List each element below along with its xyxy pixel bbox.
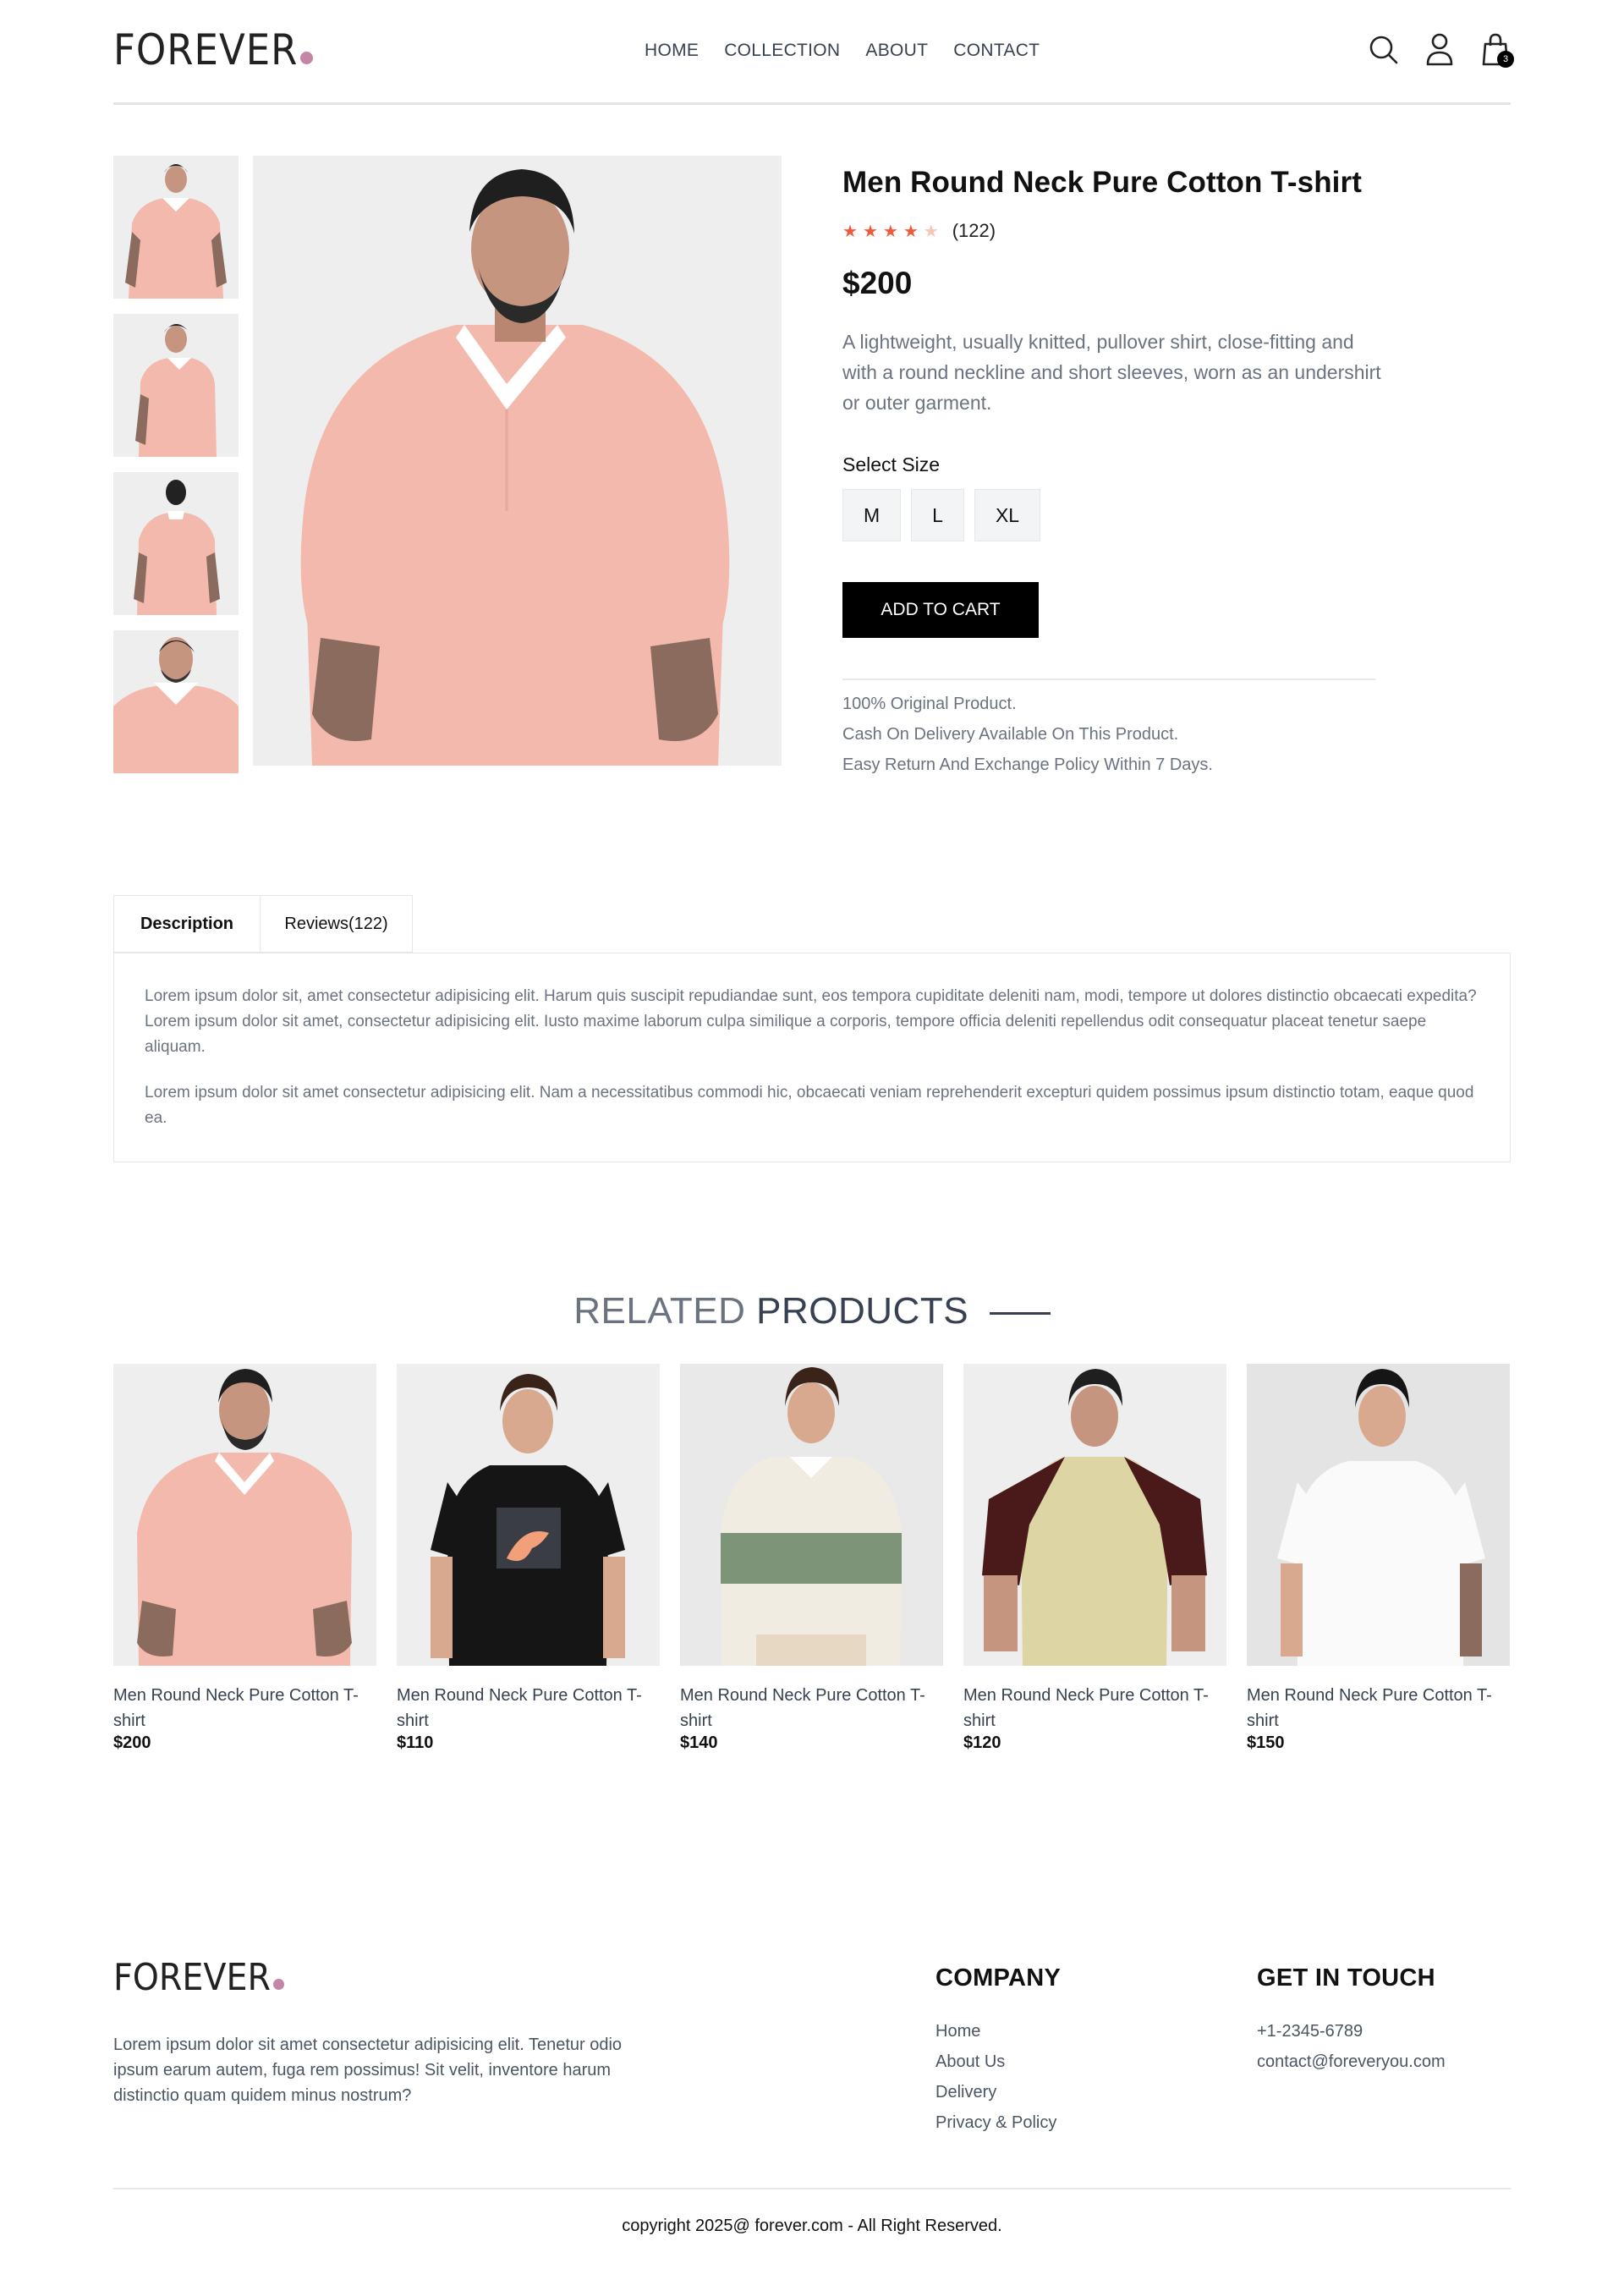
cart-count-badge: 3: [1497, 51, 1514, 68]
thumbnail-4[interactable]: [113, 630, 239, 773]
star-icon: ★: [882, 222, 898, 241]
footer-link-about[interactable]: About Us: [935, 2046, 1061, 2077]
size-xl-button[interactable]: XL: [974, 489, 1041, 541]
thumbnail-image: [113, 630, 239, 773]
product-card-image[interactable]: [113, 1364, 376, 1666]
tab-description[interactable]: Description: [113, 895, 261, 953]
product-card-image[interactable]: [680, 1364, 943, 1666]
product-card-name[interactable]: Men Round Neck Pure Cotton T-shirt: [113, 1683, 376, 1733]
product-card-name[interactable]: Men Round Neck Pure Cotton T-shirt: [1247, 1683, 1510, 1733]
footer-phone[interactable]: +1-2345-6789: [1257, 2016, 1446, 2046]
product-main-image: [253, 156, 782, 766]
product-thumbnails: [113, 156, 239, 788]
cart-icon[interactable]: 3: [1480, 32, 1514, 68]
thumbnail-2[interactable]: [113, 314, 239, 457]
nav-about[interactable]: ABOUT: [865, 41, 928, 61]
product-card[interactable]: Men Round Neck Pure Cotton T-shirt $120: [963, 1364, 1226, 1753]
thumbnail-image: [113, 472, 239, 615]
site-header: FOREVER HOME COLLECTION ABOUT CONTACT 3: [113, 0, 1514, 105]
note-cod: Cash On Delivery Available On This Produ…: [842, 725, 1179, 744]
product-card[interactable]: Men Round Neck Pure Cotton T-shirt $110: [397, 1364, 660, 1753]
model-image: [253, 156, 782, 766]
product-card[interactable]: Men Round Neck Pure Cotton T-shirt $200: [113, 1364, 376, 1753]
nav-contact[interactable]: CONTACT: [953, 41, 1040, 61]
description-paragraph: Lorem ipsum dolor sit amet consectetur a…: [145, 1084, 1474, 1127]
size-options: M L XL: [842, 489, 1375, 541]
product-photo: [113, 1364, 376, 1666]
logo[interactable]: FOREVER: [113, 25, 314, 74]
footer-company: COMPANY Home About Us Delivery Privacy &…: [935, 1964, 1061, 2138]
thumbnail-image: [113, 314, 239, 457]
review-count: (122): [952, 220, 996, 241]
footer-divider: [113, 2188, 1511, 2189]
title-underline: [989, 1311, 1051, 1315]
related-title-a: RELATED: [573, 1290, 746, 1332]
product-card-image[interactable]: [397, 1364, 660, 1666]
product-card[interactable]: Men Round Neck Pure Cotton T-shirt $150: [1247, 1364, 1510, 1753]
product-price: $200: [842, 266, 913, 300]
description-paragraph: Lorem ipsum dolor sit, amet consectetur …: [145, 987, 1477, 1056]
copyright-text: copyright 2025@ forever.com - All Right …: [622, 2217, 1002, 2235]
star-outline-icon: ★: [923, 222, 939, 241]
main-nav: HOME COLLECTION ABOUT CONTACT: [645, 41, 1040, 61]
product-rating: ★ ★ ★ ★ ★ (122): [842, 220, 1375, 242]
note-return: Easy Return And Exchange Policy Within 7…: [842, 755, 1213, 774]
related-products-grid: Men Round Neck Pure Cotton T-shirt $200 …: [113, 1364, 1511, 1753]
product-card-price: $110: [397, 1733, 434, 1752]
related-products-title: RELATED PRODUCTS: [0, 1290, 1624, 1332]
product-card-image[interactable]: [1247, 1364, 1510, 1666]
product-photo: [680, 1364, 943, 1666]
product-card-price: $200: [113, 1733, 151, 1752]
star-icon: ★: [903, 222, 919, 241]
tab-panel-description: Lorem ipsum dolor sit, amet consectetur …: [113, 953, 1511, 1162]
size-m-button[interactable]: M: [842, 489, 902, 541]
footer-link-privacy[interactable]: Privacy & Policy: [935, 2107, 1061, 2138]
product-card-image[interactable]: [963, 1364, 1226, 1666]
related-title-b: PRODUCTS: [756, 1290, 969, 1332]
footer-contact: GET IN TOUCH +1-2345-6789 contact@foreve…: [1257, 1964, 1446, 2077]
nav-collection[interactable]: COLLECTION: [724, 41, 840, 61]
add-to-cart-button[interactable]: ADD TO CART: [842, 582, 1039, 638]
product-card[interactable]: Men Round Neck Pure Cotton T-shirt $140: [680, 1364, 943, 1753]
footer-about-text: Lorem ipsum dolor sit amet consectetur a…: [113, 2036, 623, 2105]
size-l-button[interactable]: L: [911, 489, 964, 541]
header-icons: 3: [1369, 32, 1514, 68]
logo-text: FOREVER: [113, 25, 299, 74]
star-icon: ★: [842, 222, 858, 241]
product-info: Men Round Neck Pure Cotton T-shirt ★ ★ ★…: [842, 166, 1381, 780]
product-photo: [963, 1364, 1226, 1666]
logo-dot: [300, 52, 314, 64]
product-card-price: $120: [963, 1733, 1001, 1752]
thumbnail-image: [113, 156, 239, 299]
footer-email[interactable]: contact@foreveryou.com: [1257, 2046, 1446, 2077]
footer-company-title: COMPANY: [935, 1964, 1062, 1992]
product-card-name[interactable]: Men Round Neck Pure Cotton T-shirt: [680, 1683, 943, 1733]
logo-dot: [273, 1979, 285, 1990]
footer-logo[interactable]: FOREVER: [113, 1956, 285, 1999]
product-description: A lightweight, usually knitted, pullover…: [842, 331, 1381, 414]
product-title: Men Round Neck Pure Cotton T-shirt: [842, 166, 1362, 199]
product-photo: [397, 1364, 660, 1666]
user-icon[interactable]: [1424, 32, 1455, 66]
product-card-name[interactable]: Men Round Neck Pure Cotton T-shirt: [397, 1683, 660, 1733]
divider: [842, 679, 1375, 680]
size-label: Select Size: [842, 453, 941, 475]
footer-link-delivery[interactable]: Delivery: [935, 2077, 1061, 2107]
footer-logo-text: FOREVER: [113, 1956, 272, 1999]
footer-link-home[interactable]: Home: [935, 2016, 1061, 2046]
footer-contact-title: GET IN TOUCH: [1257, 1964, 1435, 1992]
thumbnail-1[interactable]: [113, 156, 239, 299]
product-notes: 100% Original Product. Cash On Delivery …: [842, 689, 1375, 780]
search-icon[interactable]: [1369, 32, 1399, 66]
product-card-price: $150: [1247, 1733, 1285, 1752]
star-icon: ★: [862, 222, 878, 241]
product-card-name[interactable]: Men Round Neck Pure Cotton T-shirt: [963, 1683, 1226, 1733]
product-photo: [1247, 1364, 1510, 1666]
product-card-price: $140: [680, 1733, 718, 1752]
product-tabs: Description Reviews(122): [113, 895, 413, 953]
thumbnail-3[interactable]: [113, 472, 239, 615]
note-original: 100% Original Product.: [842, 695, 1017, 713]
tab-reviews[interactable]: Reviews(122): [261, 895, 413, 953]
nav-home[interactable]: HOME: [645, 41, 699, 61]
